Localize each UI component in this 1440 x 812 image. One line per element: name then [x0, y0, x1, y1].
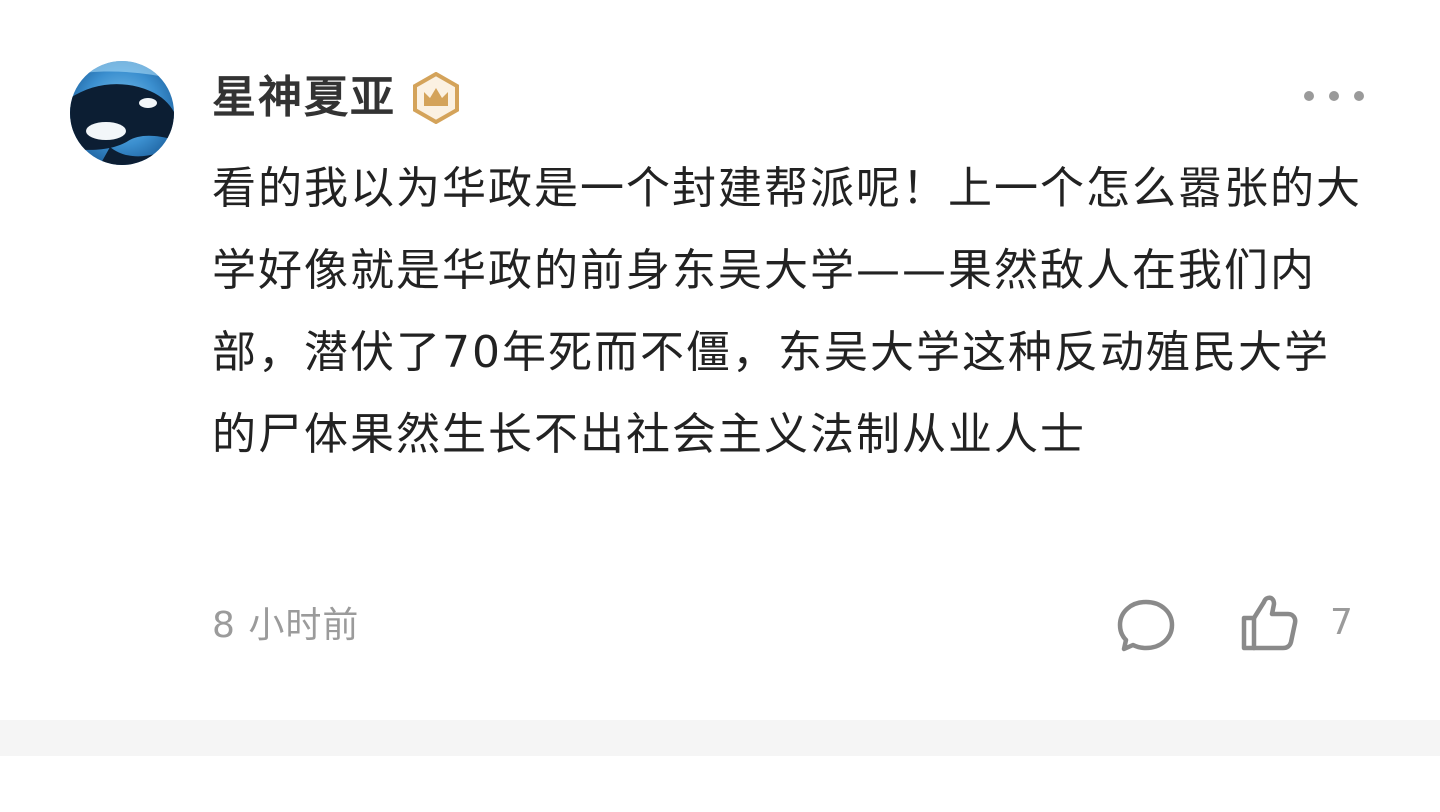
thumbs-up-icon: [1241, 595, 1298, 651]
author-name[interactable]: 星神夏亚: [212, 68, 396, 128]
comment-body: 看的我以为华政是一个封建帮派呢！上一个怎么嚣张的大学好像就是华政的前身东吴大学—…: [212, 163, 1362, 460]
orca-avatar-image: [70, 61, 174, 165]
like-button[interactable]: 7: [1240, 590, 1353, 656]
next-comment-area: [0, 756, 1440, 812]
comment-card: 星神夏亚 看的我以为华政是一个封建帮派呢！上一个怎么嚣张的大学好像就是华政的前身…: [0, 0, 1440, 720]
more-dots-icon: [1354, 91, 1364, 101]
more-dots-icon: [1329, 91, 1339, 101]
section-divider: [0, 720, 1440, 756]
reply-button[interactable]: [1114, 596, 1178, 656]
crown-badge-icon: [410, 72, 462, 124]
author-row: 星神夏亚: [212, 68, 462, 128]
more-dots-icon: [1304, 91, 1314, 101]
avatar[interactable]: [70, 61, 174, 165]
like-count: 7: [1330, 602, 1353, 643]
comment-footer: 8 小时前 7: [212, 595, 1372, 656]
comment-timestamp: 8 小时前: [212, 605, 360, 646]
comment-bubble-icon: [1117, 599, 1175, 652]
more-options-button[interactable]: [1292, 78, 1376, 114]
